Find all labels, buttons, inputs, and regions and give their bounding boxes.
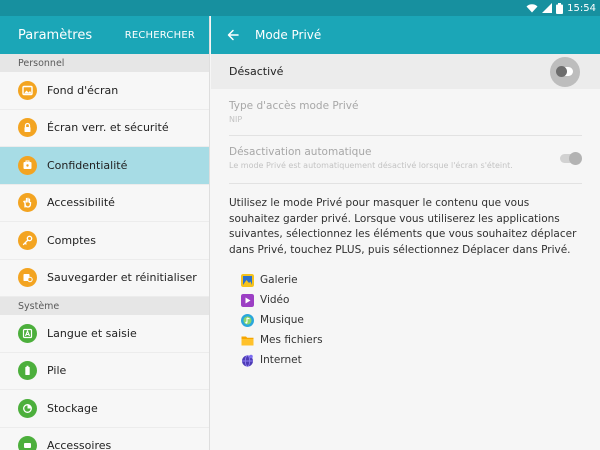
toggle-knob [569, 152, 582, 165]
sidebar-item-label: Comptes [47, 233, 96, 247]
sidebar-item-language[interactable]: Langue et saisie [0, 315, 209, 353]
folder-icon [241, 336, 254, 345]
list-item: Vidéo [241, 290, 600, 310]
toggle-track [556, 66, 573, 77]
internet-icon [242, 354, 253, 367]
sidebar-item-label: Accessoires [47, 439, 112, 450]
private-mode-pane: Mode Privé Désactivé Type d'accès mode P… [211, 16, 600, 450]
battery-status-icon [556, 2, 564, 14]
language-icon [18, 323, 37, 343]
auto-disable-title: Désactivation automatique [229, 146, 372, 158]
wallpaper-icon [18, 80, 37, 100]
status-time: 15:54 [567, 2, 596, 14]
sidebar-item-storage[interactable]: Stockage [0, 390, 209, 428]
page-title: Mode Privé [255, 28, 322, 42]
search-button[interactable]: RECHERCHER [125, 30, 195, 41]
video-icon [241, 293, 254, 307]
settings-header: Paramètres RECHERCHER [0, 16, 209, 54]
sidebar-item-label: Confidentialité [47, 158, 128, 172]
sidebar-item-label: Sauvegarder et réinitialiser [47, 271, 197, 285]
sidebar-item-lock-screen[interactable]: Écran verr. et sécurité [0, 110, 209, 147]
sidebar-item-accessories[interactable]: Accessoires [0, 428, 209, 450]
key-icon [18, 230, 37, 250]
back-arrow-icon[interactable] [227, 28, 241, 42]
status-bar: 15:54 [0, 0, 600, 16]
sidebar-item-label: Fond d'écran [47, 83, 119, 97]
sidebar-item-accessibility[interactable]: Accessibilité [0, 185, 209, 222]
battery-icon [18, 361, 37, 381]
signal-icon [542, 3, 553, 13]
detail-header: Mode Privé [211, 16, 600, 54]
app-label: Mes fichiers [260, 334, 323, 346]
master-switch-row[interactable]: Désactivé [211, 54, 600, 89]
toggle-knob [556, 66, 567, 77]
auto-disable-setting[interactable]: Désactivation automatique Le mode Privé … [229, 136, 582, 184]
access-type-setting[interactable]: Type d'accès mode Privé NIP [229, 89, 582, 136]
sidebar-item-label: Accessibilité [47, 196, 115, 210]
app-label: Vidéo [260, 294, 290, 306]
accessories-icon [18, 436, 37, 450]
sidebar-item-label: Stockage [47, 401, 98, 415]
sidebar-item-label: Pile [47, 364, 67, 378]
gallery-icon [241, 273, 254, 287]
wifi-icon [526, 3, 538, 13]
lock-icon [18, 118, 37, 138]
sidebar-item-accounts[interactable]: Comptes [0, 222, 209, 260]
app-label: Musique [260, 314, 304, 326]
sidebar-item-label: Langue et saisie [47, 326, 137, 340]
settings-title: Paramètres [18, 27, 93, 43]
auto-disable-toggle[interactable] [560, 152, 582, 165]
access-type-value: NIP [229, 115, 243, 124]
app-label: Galerie [260, 274, 298, 286]
sidebar-item-wallpaper[interactable]: Fond d'écran [0, 72, 209, 110]
section-header-system: Système [0, 297, 209, 315]
music-icon [241, 313, 254, 327]
supported-apps-list: Galerie Vidéo Musique Mes fichiers Inter… [241, 270, 600, 370]
access-type-title: Type d'accès mode Privé [229, 100, 359, 112]
hand-icon [18, 193, 37, 213]
sidebar-item-backup-reset[interactable]: Sauvegarder et réinitialiser [0, 260, 209, 297]
backup-icon [18, 268, 37, 288]
sidebar-item-label: Écran verr. et sécurité [47, 121, 169, 135]
list-item: Musique [241, 310, 600, 330]
auto-disable-subtitle: Le mode Privé est automatiquement désact… [229, 161, 513, 170]
list-item: Mes fichiers [241, 330, 600, 350]
storage-icon [18, 398, 37, 418]
sidebar-item-battery[interactable]: Pile [0, 353, 209, 390]
app-label: Internet [260, 354, 302, 366]
list-item: Galerie [241, 270, 600, 290]
list-item: Internet [241, 350, 600, 370]
master-switch-label: Désactivé [229, 65, 284, 78]
private-mode-description: Utilisez le mode Privé pour masquer le c… [229, 197, 577, 256]
section-header-personal: Personnel [0, 54, 209, 72]
privacy-icon [18, 155, 37, 175]
settings-list-pane: Paramètres RECHERCHER Personnel Fond d'é… [0, 16, 210, 450]
master-toggle[interactable] [550, 56, 580, 87]
sidebar-item-privacy[interactable]: Confidentialité [0, 147, 209, 185]
